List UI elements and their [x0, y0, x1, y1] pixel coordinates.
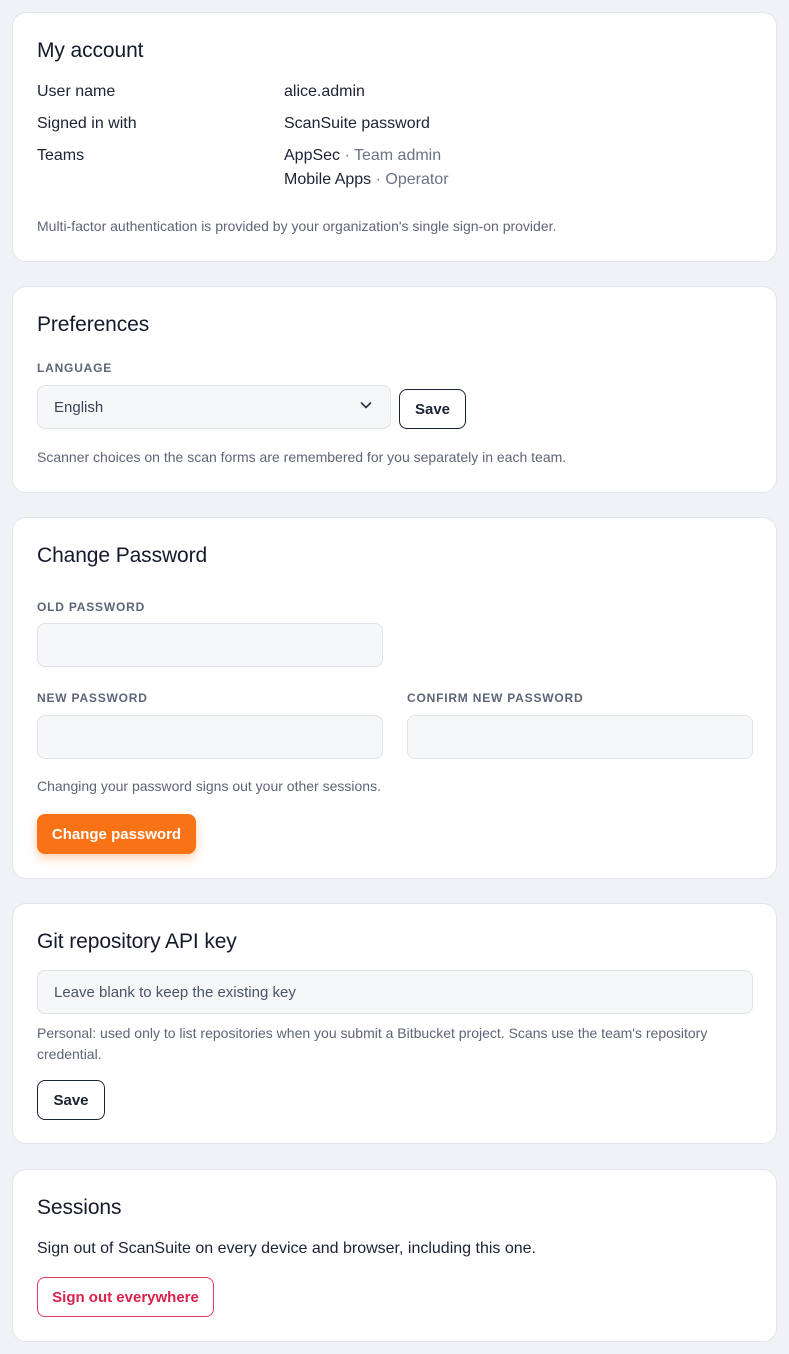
password-note: Changing your password signs out your ot… [37, 778, 381, 794]
chevron-down-icon [358, 397, 374, 417]
team-name: Mobile Apps [284, 171, 372, 188]
git-api-key-input[interactable]: Leave blank to keep the existing key [37, 970, 753, 1014]
language-selected-value: English [54, 398, 104, 416]
old-password-label: OLD PASSWORD [37, 600, 146, 614]
signed-in-with-label: Signed in with [37, 115, 137, 132]
teams-label: Teams [37, 147, 85, 164]
git-api-key-note: Personal: used only to list repositories… [37, 1025, 708, 1062]
card-title: Git repository API key [37, 930, 237, 953]
language-label: LANGUAGE [37, 361, 113, 375]
team-entry: AppSec · Team admin [284, 147, 441, 165]
confirm-password-label: CONFIRM NEW PASSWORD [407, 691, 584, 705]
change-password-card: Change Password OLD PASSWORD NEW PASSWOR… [12, 517, 777, 879]
confirm-password-input[interactable] [407, 715, 753, 759]
sessions-card: Sessions Sign out of ScanSuite on every … [12, 1169, 777, 1342]
sign-out-everywhere-button[interactable]: Sign out everywhere [37, 1277, 214, 1317]
old-password-input[interactable] [37, 623, 383, 667]
save-language-button[interactable]: Save [399, 389, 466, 429]
team-separator: · [340, 147, 354, 164]
user-name-value: alice.admin [284, 83, 365, 100]
change-password-button[interactable]: Change password [37, 814, 196, 854]
card-title: Preferences [37, 313, 150, 336]
team-role: Team admin [353, 147, 442, 164]
signed-in-with-value: ScanSuite password [284, 115, 430, 132]
preferences-note: Scanner choices on the scan forms are re… [37, 449, 567, 465]
save-api-key-button[interactable]: Save [37, 1080, 105, 1120]
team-separator: · [371, 171, 386, 188]
language-select[interactable]: English [37, 385, 391, 429]
card-title: My account [37, 39, 144, 62]
team-role: Operator [385, 171, 449, 188]
git-api-key-card: Git repository API key Leave blank to ke… [12, 903, 777, 1144]
sessions-description: Sign out of ScanSuite on every device an… [37, 1240, 536, 1257]
user-name-label: User name [37, 83, 116, 100]
new-password-input[interactable] [37, 715, 383, 759]
my-account-card: My account User name alice.admin Signed … [12, 12, 777, 262]
mfa-note: Multi-factor authentication is provided … [37, 218, 557, 234]
team-entry: Mobile Apps · Operator [284, 171, 449, 189]
card-title: Change Password [37, 544, 208, 567]
team-name: AppSec [284, 147, 341, 164]
preferences-card: Preferences LANGUAGE English Save Scanne… [12, 286, 777, 493]
card-title: Sessions [37, 1196, 122, 1219]
git-api-key-placeholder: Leave blank to keep the existing key [54, 983, 296, 1001]
new-password-label: NEW PASSWORD [37, 691, 148, 705]
